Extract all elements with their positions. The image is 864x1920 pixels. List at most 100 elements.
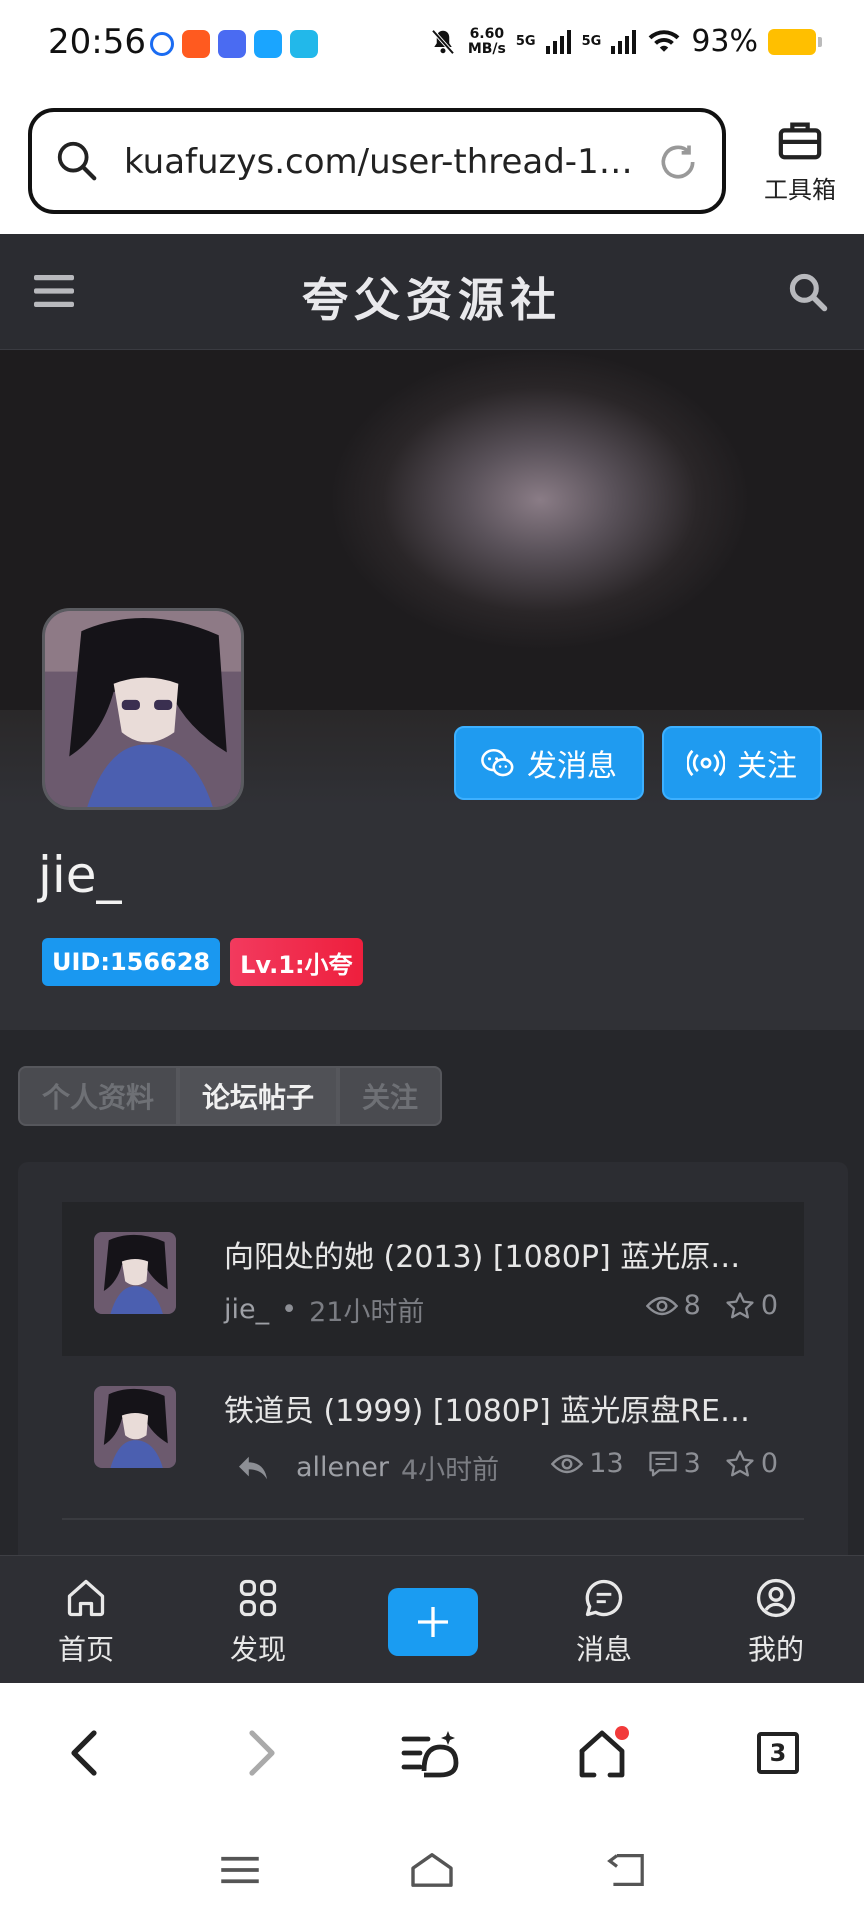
post-meta: jie_ • 21小时前 xyxy=(224,1290,424,1329)
profile-content: 个人资料 论坛帖子 关注 向阳处的她 (2013) [1080P] 蓝光原… j… xyxy=(0,1030,864,1582)
wifi-icon xyxy=(648,29,680,52)
reload-icon[interactable] xyxy=(656,140,700,184)
post-last-reply-user[interactable]: allener xyxy=(296,1452,389,1483)
chevron-left-icon xyxy=(71,1730,97,1776)
star-count: 0 xyxy=(725,1290,778,1321)
avatar-image xyxy=(94,1386,176,1468)
system-back-button[interactable] xyxy=(596,1845,656,1895)
app-notification-icon xyxy=(218,30,246,58)
tabs-button[interactable]: 3 xyxy=(748,1723,808,1783)
mute-bell-icon xyxy=(431,29,455,54)
post-author[interactable]: jie_ xyxy=(224,1294,269,1325)
back-button[interactable] xyxy=(54,1723,114,1783)
comment-count: 3 xyxy=(648,1448,701,1479)
notification-icons xyxy=(150,30,318,58)
post-list: 向阳处的她 (2013) [1080P] 蓝光原… jie_ • 21小时前 8… xyxy=(18,1162,848,1582)
send-message-label: 发消息 xyxy=(527,749,617,784)
nav-home[interactable]: 首页 xyxy=(26,1576,146,1668)
reader-button[interactable] xyxy=(400,1723,460,1783)
star-icon xyxy=(726,1291,754,1318)
view-count: 13 xyxy=(551,1448,624,1479)
user-icon xyxy=(756,1578,796,1618)
search-icon xyxy=(57,141,97,181)
app-notification-icon xyxy=(254,30,282,58)
new-post-button[interactable] xyxy=(388,1588,478,1656)
nav-mine-label: 我的 xyxy=(747,1633,804,1666)
avatar[interactable] xyxy=(42,608,244,810)
uid-badge: UID:156628 xyxy=(42,938,221,986)
view-count: 8 xyxy=(645,1290,701,1321)
avatar[interactable] xyxy=(94,1232,176,1314)
toolbox-icon xyxy=(778,122,822,160)
system-nav-bar xyxy=(0,1823,864,1920)
tab-count: 3 xyxy=(757,1732,799,1774)
toolbox-button[interactable]: 工具箱 xyxy=(752,118,848,205)
star-icon xyxy=(726,1449,754,1476)
list-item[interactable]: 向阳处的她 (2013) [1080P] 蓝光原… jie_ • 21小时前 8… xyxy=(62,1202,804,1356)
forward-button[interactable] xyxy=(232,1723,292,1783)
nav-discover[interactable]: 发现 xyxy=(198,1576,318,1668)
chat-icon xyxy=(585,1579,623,1617)
signal-label: 5G xyxy=(515,34,536,49)
home-button[interactable] xyxy=(572,1723,632,1783)
signal-icon xyxy=(545,29,571,54)
reader-icon xyxy=(401,1731,459,1778)
home-icon xyxy=(579,1726,629,1778)
grid-icon xyxy=(239,1579,277,1617)
system-menu-button[interactable] xyxy=(210,1845,270,1895)
home-icon xyxy=(67,1579,105,1617)
wechat-icon xyxy=(481,748,514,777)
toolbox-label: 工具箱 xyxy=(764,176,836,204)
post-title[interactable]: 向阳处的她 (2013) [1080P] 蓝光原… xyxy=(224,1232,784,1276)
nav-home-label: 首页 xyxy=(57,1633,114,1666)
search-icon[interactable] xyxy=(786,270,830,314)
post-title[interactable]: 铁道员 (1999) [1080P] 蓝光原盘RE… xyxy=(224,1386,784,1430)
site-bottom-nav: 首页 发现 消息 我的 xyxy=(0,1555,864,1683)
level-badge: Lv.1:小夸 xyxy=(230,938,363,986)
broadcast-icon xyxy=(687,749,725,777)
avatar-image xyxy=(45,611,241,807)
menu-icon xyxy=(221,1856,259,1884)
post-time: 21小时前 xyxy=(309,1297,425,1328)
username: jie_ xyxy=(38,846,122,904)
network-speed: 6.60 MB/s xyxy=(467,25,506,57)
eye-icon xyxy=(645,1296,678,1315)
avatar[interactable] xyxy=(94,1386,176,1468)
site-logo[interactable]: 夸父资源社 xyxy=(0,264,864,330)
nav-messages[interactable]: 消息 xyxy=(544,1576,664,1668)
follow-label: 关注 xyxy=(737,749,797,784)
browser-toolbar: 3 xyxy=(0,1683,864,1823)
chevron-right-icon xyxy=(249,1730,275,1776)
address-field[interactable]: kuafuzys.com/user-thread-1… xyxy=(28,108,726,214)
tab-forum-posts[interactable]: 论坛帖子 xyxy=(178,1066,339,1126)
browser-url-bar: kuafuzys.com/user-thread-1… 工具箱 xyxy=(0,92,864,234)
signal-label: 5G xyxy=(581,34,602,49)
post-meta: allener 4小时前 xyxy=(224,1448,499,1487)
post-time: 4小时前 xyxy=(400,1455,500,1486)
app-notification-icon xyxy=(150,32,174,56)
profile-tabs: 个人资料 论坛帖子 关注 xyxy=(18,1066,443,1126)
nav-discover-label: 发现 xyxy=(229,1633,286,1666)
send-message-button[interactable]: 发消息 xyxy=(454,726,644,800)
nav-messages-label: 消息 xyxy=(575,1633,632,1666)
list-item[interactable]: 铁道员 (1999) [1080P] 蓝光原盘RE… allener 4小时前 … xyxy=(62,1356,804,1520)
tab-following[interactable]: 关注 xyxy=(338,1066,443,1126)
avatar-image xyxy=(94,1232,176,1314)
app-notification-icon xyxy=(182,30,210,58)
eye-icon xyxy=(551,1454,584,1473)
follow-button[interactable]: 关注 xyxy=(662,726,822,800)
tab-profile[interactable]: 个人资料 xyxy=(18,1066,179,1126)
profile-header: 发消息 关注 jie_ UID:156628 Lv.1:小夸 xyxy=(0,350,864,1030)
system-home-button[interactable] xyxy=(402,1845,462,1895)
user-badges: UID:156628 Lv.1:小夸 xyxy=(42,938,363,986)
battery-icon xyxy=(768,28,822,55)
nav-mine[interactable]: 我的 xyxy=(716,1576,836,1668)
status-time: 20:56 xyxy=(48,22,146,62)
reply-icon xyxy=(239,1456,267,1479)
star-count: 0 xyxy=(725,1448,778,1479)
post-stats: 8 0 xyxy=(632,1290,778,1321)
site-header: 夸父资源社 xyxy=(0,234,864,350)
status-right: 6.60 MB/s 5G 5G 93% xyxy=(428,24,822,59)
comment-icon xyxy=(649,1451,677,1476)
post-stats: 13 3 0 xyxy=(537,1448,778,1479)
